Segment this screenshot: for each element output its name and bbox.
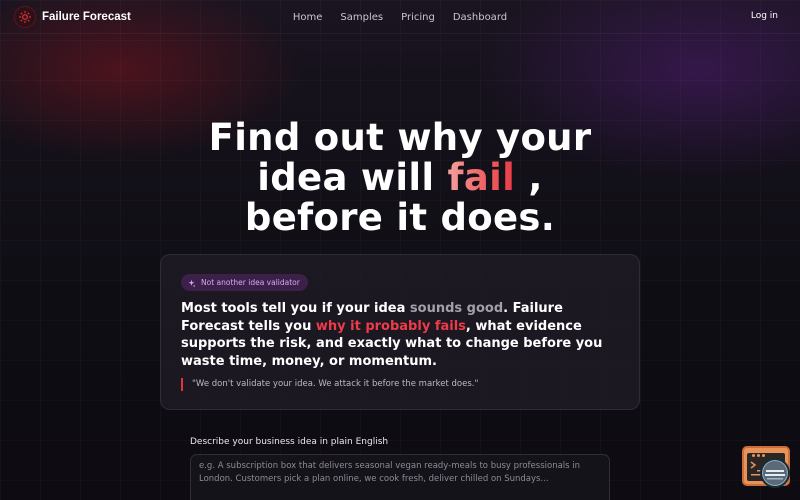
feature-badge: Not another idea validator [181, 274, 308, 291]
nav-samples[interactable]: Samples [340, 12, 383, 23]
idea-input[interactable] [190, 454, 610, 500]
login-link[interactable]: Log in [751, 11, 778, 21]
hero-headline: Find out why your idea will fail , befor… [0, 118, 800, 238]
brand[interactable]: Failure Forecast [14, 6, 131, 28]
nav-pricing[interactable]: Pricing [401, 12, 435, 23]
tagline-quote: "We don't validate your idea. We attack … [181, 378, 478, 391]
gear-icon [14, 6, 36, 28]
lead-muted: sounds good [409, 301, 504, 316]
hero-line-2-after: , [515, 156, 543, 199]
sparkle-icon [187, 273, 196, 292]
lead-red: why it probably fails [315, 318, 466, 334]
hero-line-2-before: idea will [257, 156, 448, 199]
top-navbar: Failure Forecast Home Samples Pricing Da… [0, 0, 800, 34]
hero-highlight-fail: fail [447, 156, 516, 199]
value-prop-card: Not another idea validator Most tools te… [160, 254, 640, 410]
brand-name: Failure Forecast [42, 11, 131, 23]
nav-dashboard[interactable]: Dashboard [453, 12, 507, 23]
page-background [0, 0, 800, 500]
nav-home[interactable]: Home [293, 12, 323, 23]
idea-field-label: Describe your business idea in plain Eng… [190, 437, 389, 447]
hero-line-1: Find out why your [208, 116, 592, 159]
assistant-avatar-icon[interactable] [760, 458, 790, 488]
value-prop-text: Most tools tell you if your idea sounds … [181, 300, 626, 370]
badge-label: Not another idea validator [201, 278, 300, 287]
lead-part-1: Most tools tell you if your idea [181, 301, 410, 316]
hero-line-3: before it does. [244, 196, 556, 239]
